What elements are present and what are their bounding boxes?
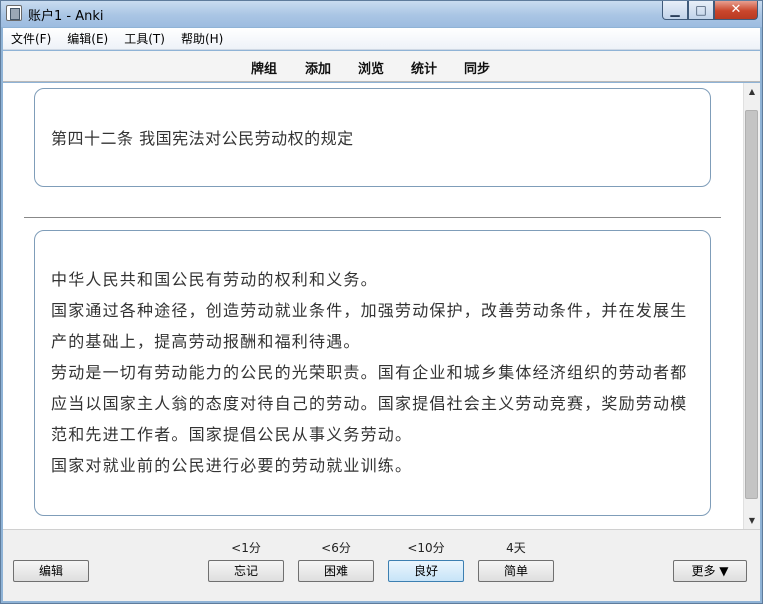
close-icon: ✕ [730, 2, 742, 17]
toolbar-sync-link[interactable]: 同步 [464, 58, 490, 77]
scroll-up-icon[interactable]: ▲ [744, 83, 760, 100]
menu-file[interactable]: 文件(F) [3, 30, 59, 47]
good-interval: <10分 [407, 541, 445, 555]
maximize-button[interactable]: □ [688, 1, 714, 20]
toolbar-decks-link[interactable]: 牌组 [251, 58, 277, 77]
answer-bar: 编辑 <1分 忘记 <6分 困难 <10分 良好 4天 简单 更多 ▼ [3, 529, 760, 601]
answer-separator [24, 217, 721, 218]
close-button[interactable]: ✕ [714, 1, 758, 20]
maximize-icon: □ [695, 3, 707, 17]
main-toolbar: 牌组 添加 浏览 统计 同步 [3, 51, 760, 82]
hard-interval: <6分 [321, 541, 351, 555]
menu-edit[interactable]: 编辑(E) [59, 30, 116, 47]
anki-app-icon [6, 5, 22, 21]
menu-bar: 文件(F) 编辑(E) 工具(T) 帮助(H) [3, 28, 760, 50]
answer-line: 中华人民共和国公民有劳动的权利和义务。 [51, 270, 378, 289]
hard-button[interactable]: 困难 [298, 560, 374, 582]
good-button[interactable]: 良好 [388, 560, 464, 582]
vertical-scrollbar[interactable]: ▲ ▼ [743, 83, 760, 529]
again-button[interactable]: 忘记 [208, 560, 284, 582]
again-interval: <1分 [231, 541, 261, 555]
answer-line: 劳动是一切有劳动能力的公民的光荣职责。国有企业和城乡集体经济组织的劳动者都应当以… [51, 363, 688, 444]
anki-window: 账户1 - Anki ▁ □ ✕ 文件(F) 编辑(E) 工具(T) 帮助(H)… [0, 0, 763, 604]
question-card: 第四十二条 我国宪法对公民劳动权的规定 [34, 88, 711, 187]
edit-button[interactable]: 编辑 [13, 560, 89, 582]
title-bar[interactable]: 账户1 - Anki ▁ □ ✕ [1, 1, 762, 27]
toolbar-add-link[interactable]: 添加 [305, 58, 331, 77]
window-controls: ▁ □ ✕ [662, 1, 758, 20]
easy-interval: 4天 [506, 541, 526, 555]
easy-button[interactable]: 简单 [478, 560, 554, 582]
toolbar-browse-link[interactable]: 浏览 [358, 58, 384, 77]
scroll-down-icon[interactable]: ▼ [744, 512, 760, 529]
menu-help[interactable]: 帮助(H) [173, 30, 231, 47]
answer-line: 国家通过各种途径，创造劳动就业条件，加强劳动保护，改善劳动条件，并在发展生产的基… [51, 301, 688, 351]
menu-tools[interactable]: 工具(T) [116, 30, 173, 47]
window-title: 账户1 - Anki [28, 9, 104, 24]
more-button[interactable]: 更多 ▼ [673, 560, 747, 582]
minimize-icon: ▁ [670, 3, 680, 17]
toolbar-stats-link[interactable]: 统计 [411, 58, 437, 77]
review-area: 第四十二条 我国宪法对公民劳动权的规定 中华人民共和国公民有劳动的权利和义务。 … [3, 83, 743, 529]
answer-card: 中华人民共和国公民有劳动的权利和义务。 国家通过各种途径，创造劳动就业条件，加强… [34, 230, 711, 516]
minimize-button[interactable]: ▁ [662, 1, 688, 20]
scrollbar-thumb[interactable] [745, 110, 758, 499]
answer-text: 中华人民共和国公民有劳动的权利和义务。 国家通过各种途径，创造劳动就业条件，加强… [51, 264, 701, 481]
answer-line: 国家对就业前的公民进行必要的劳动就业训练。 [51, 456, 413, 475]
question-text: 第四十二条 我国宪法对公民劳动权的规定 [51, 129, 354, 148]
